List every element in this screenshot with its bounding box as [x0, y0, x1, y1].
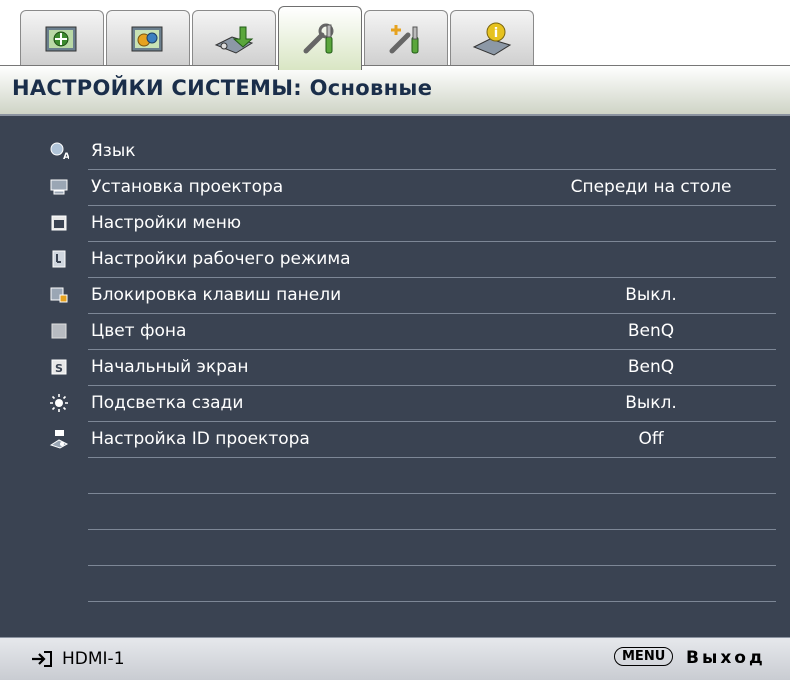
- input-source-label: HDMI-1: [62, 649, 125, 669]
- projector-id-icon: [48, 428, 70, 450]
- menu-item-value: BenQ: [627, 357, 675, 377]
- tab-system-advanced[interactable]: [364, 10, 448, 66]
- menu-item-label: Начальный экран: [91, 357, 249, 377]
- page-title: НАСТРОЙКИ СИСТЕМЫ: Основные: [12, 76, 433, 100]
- menu-item-value: BenQ: [627, 321, 675, 341]
- tab-underline: [0, 65, 790, 66]
- menu-item-value: Спереди на столе: [570, 177, 732, 197]
- tab-display[interactable]: [192, 10, 276, 66]
- menu-item-label: Цвет фона: [91, 321, 187, 341]
- system-basic-icon: [303, 23, 334, 53]
- menu-item-projector-installation[interactable]: Установка проектора Спереди на столе: [88, 170, 776, 206]
- empty-row-divider: [88, 529, 776, 530]
- menu-tab-bar: i: [0, 0, 790, 70]
- empty-row-divider: [88, 601, 776, 602]
- information-icon: i: [472, 22, 512, 56]
- menu-item-label: Подсветка сзади: [91, 393, 244, 413]
- menu-item-value: Выкл.: [625, 285, 677, 305]
- status-bar: HDMI-1 MENU Выход: [0, 637, 790, 680]
- system-advanced-icon: [389, 24, 419, 53]
- menu-item-value: Off: [638, 429, 664, 449]
- menu-item-language[interactable]: Язык: [88, 134, 776, 170]
- empty-row-divider: [88, 493, 776, 494]
- svg-text:i: i: [494, 26, 498, 41]
- menu-panel: A Язык Установка проектора Спереди на ст…: [0, 116, 790, 637]
- menu-item-operation-settings[interactable]: Настройки рабочего режима: [88, 242, 776, 278]
- menu-item-menu-settings[interactable]: Настройки меню: [88, 206, 776, 242]
- splash-screen-icon: S: [48, 356, 70, 378]
- language-icon: A: [48, 140, 70, 162]
- exit-label[interactable]: Выход: [686, 648, 766, 668]
- background-color-icon: [48, 320, 70, 342]
- menu-item-label: Язык: [91, 141, 136, 161]
- menu-item-value: Выкл.: [625, 393, 677, 413]
- projector-position-icon: [48, 176, 70, 198]
- svg-text:A: A: [63, 152, 69, 161]
- backlight-icon: [48, 392, 70, 414]
- menu-item-background-color[interactable]: Цвет фона BenQ: [88, 314, 776, 350]
- svg-text:S: S: [55, 362, 63, 375]
- tab-system-basic[interactable]: [278, 6, 362, 70]
- advanced-picture-icon: [131, 26, 163, 51]
- menu-item-label: Настройки рабочего режима: [91, 249, 351, 269]
- menu-item-panel-key-lock[interactable]: Блокировка клавиш панели Выкл.: [88, 278, 776, 314]
- menu-settings-icon: [48, 212, 70, 234]
- picture-settings-icon: [45, 26, 77, 51]
- menu-item-projector-id[interactable]: Настройка ID проектора Off: [88, 422, 776, 458]
- menu-item-label: Настройка ID проектора: [91, 429, 310, 449]
- menu-item-label: Настройки меню: [91, 213, 242, 233]
- menu-item-label: Установка проектора: [91, 177, 284, 197]
- operation-settings-icon: [48, 248, 70, 270]
- empty-row-divider: [88, 565, 776, 566]
- menu-key-badge[interactable]: MENU: [614, 647, 674, 666]
- tab-information[interactable]: i: [450, 10, 534, 66]
- panel-key-lock-icon: [48, 284, 70, 306]
- tab-advanced-picture[interactable]: [106, 10, 190, 66]
- tab-picture[interactable]: [20, 10, 104, 66]
- menu-item-label: Блокировка клавиш панели: [91, 285, 342, 305]
- display-icon: [214, 26, 254, 54]
- menu-item-backlight[interactable]: Подсветка сзади Выкл.: [88, 386, 776, 422]
- input-source-icon: [32, 651, 52, 667]
- menu-item-splash-screen[interactable]: Начальный экран BenQ: [88, 350, 776, 386]
- title-bar: НАСТРОЙКИ СИСТЕМЫ: Основные: [0, 66, 790, 116]
